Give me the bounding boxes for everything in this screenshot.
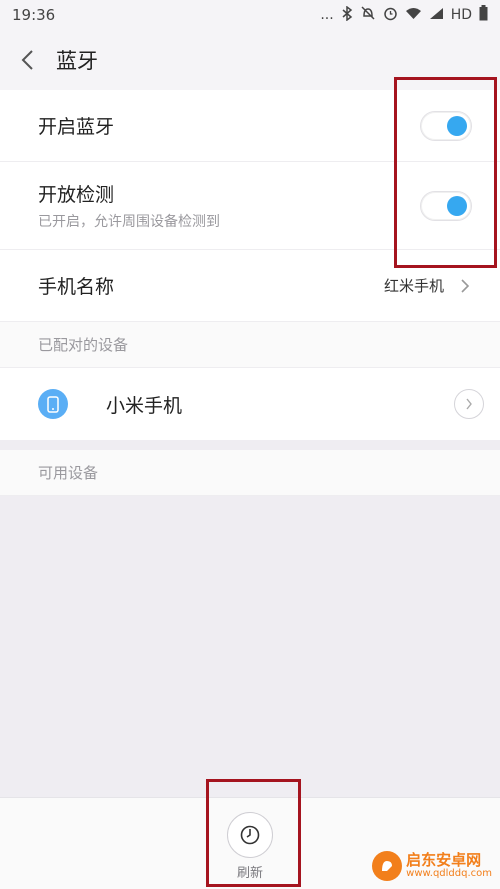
chevron-left-icon (21, 50, 33, 70)
chevron-right-icon (466, 398, 472, 410)
available-devices-title: 可用设备 (38, 464, 99, 482)
battery-icon (479, 5, 488, 25)
wifi-icon (405, 7, 422, 24)
signal-icon (429, 7, 444, 24)
watermark-text: 启东安卓网 www.qdlddq.com (406, 851, 492, 880)
back-button[interactable] (0, 30, 56, 90)
status-time: 19:36 (12, 6, 56, 24)
device-name-value: 红米手机 (383, 277, 444, 295)
section-divider (0, 440, 500, 450)
phone-icon (38, 389, 68, 419)
alarm-icon (383, 6, 398, 25)
refresh-highlight-box (206, 779, 301, 887)
watermark: 启东安卓网 www.qdlddq.com (372, 851, 492, 881)
bluetooth-label: 开启蓝牙 (38, 116, 115, 138)
discoverable-label: 开放检测 (38, 184, 115, 206)
status-icons: ... HD (320, 5, 488, 25)
paired-devices-header: 已配对的设备 (0, 322, 500, 368)
device-name-label: 手机名称 (38, 276, 115, 298)
mute-icon (360, 5, 376, 25)
available-devices-header: 可用设备 (0, 450, 500, 496)
toggle-highlight-box (394, 77, 497, 268)
paired-device-row[interactable]: 小米手机 (0, 368, 500, 440)
watermark-logo-icon (372, 851, 403, 881)
chevron-right-icon (461, 278, 470, 293)
status-bar: 19:36 ... HD (0, 0, 500, 30)
watermark-url: www.qdlddq.com (406, 868, 492, 879)
network-type-label: HD (450, 7, 472, 23)
bluetooth-icon (341, 5, 353, 25)
device-details-button[interactable] (454, 389, 484, 419)
discoverable-status: 已开启，允许周围设备检测到 (38, 214, 220, 230)
paired-device-name: 小米手机 (106, 394, 183, 417)
more-dots-icon: ... (320, 7, 334, 23)
paired-devices-title: 已配对的设备 (38, 336, 129, 354)
watermark-title: 启东安卓网 (406, 851, 482, 869)
page-title: 蓝牙 (56, 49, 98, 73)
